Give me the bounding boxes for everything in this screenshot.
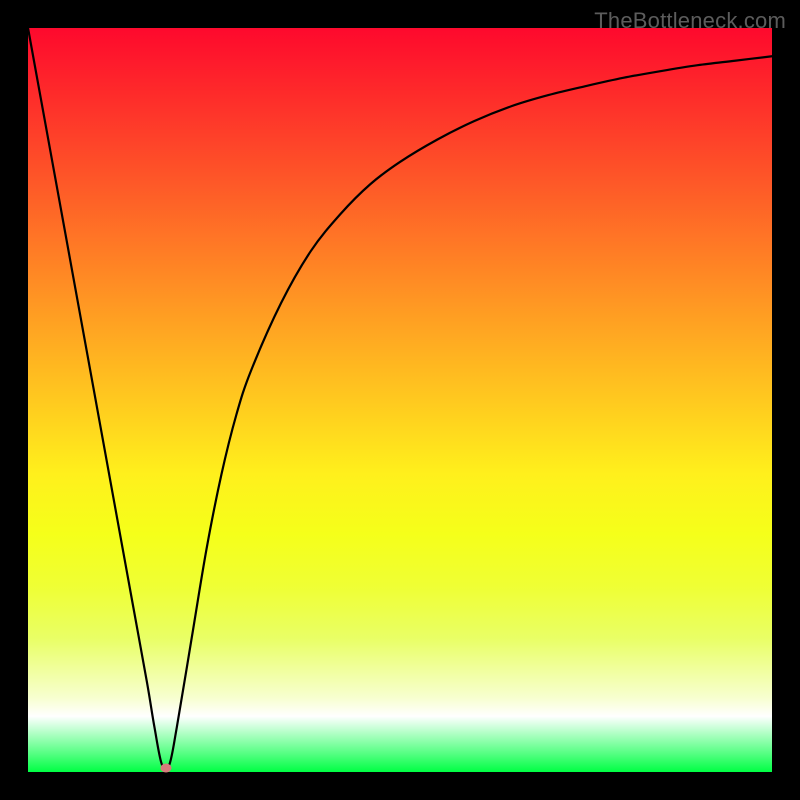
- bottleneck-curve-path: [28, 28, 772, 769]
- plot-area: [28, 28, 772, 772]
- curve-svg: [28, 28, 772, 772]
- minimum-marker: [160, 764, 171, 773]
- chart-container: TheBottleneck.com: [0, 0, 800, 800]
